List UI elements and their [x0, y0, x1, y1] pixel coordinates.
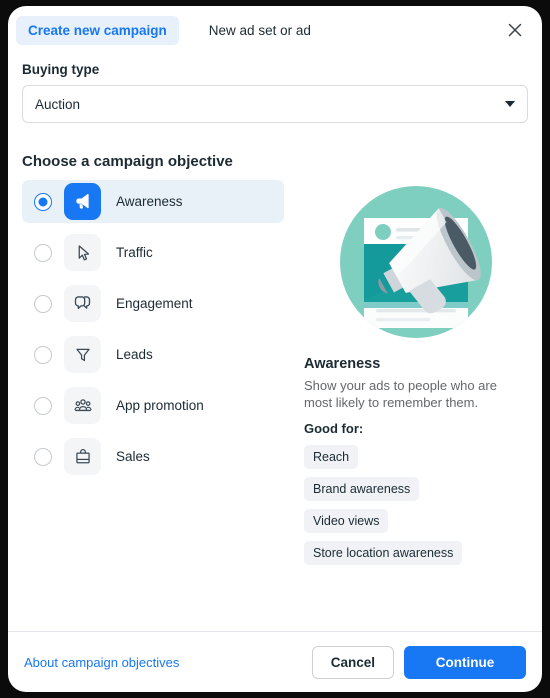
- objective-content: Awareness Traffic Engagement Leads App p…: [22, 180, 528, 565]
- objective-option-traffic[interactable]: Traffic: [22, 231, 284, 274]
- objective-option-sales[interactable]: Sales: [22, 435, 284, 478]
- about-campaign-objectives-link[interactable]: About campaign objectives: [24, 655, 179, 670]
- good-for-chip: Reach: [304, 445, 359, 469]
- good-for-chip-list: Reach Brand awareness Video views Store …: [304, 445, 528, 565]
- speech-bubbles-icon: [64, 285, 101, 322]
- objective-option-engagement[interactable]: Engagement: [22, 282, 284, 325]
- dialog-footer: About campaign objectives Cancel Continu…: [8, 631, 542, 692]
- tab-new-ad-set-or-ad[interactable]: New ad set or ad: [197, 16, 323, 45]
- objective-label: Engagement: [116, 296, 193, 311]
- cursor-pointer-icon: [64, 234, 101, 271]
- create-campaign-dialog: Create new campaign New ad set or ad Buy…: [8, 6, 542, 692]
- dialog-header: Create new campaign New ad set or ad: [8, 6, 542, 54]
- objective-option-awareness[interactable]: Awareness: [22, 180, 284, 223]
- good-for-chip: Store location awareness: [304, 541, 463, 565]
- good-for-chip: Brand awareness: [304, 477, 420, 501]
- objective-option-leads[interactable]: Leads: [22, 333, 284, 376]
- objective-label: Leads: [116, 347, 153, 362]
- tab-create-new-campaign[interactable]: Create new campaign: [16, 15, 179, 45]
- objective-detail-pane: Awareness Show your ads to people who ar…: [300, 180, 528, 565]
- radio-engagement[interactable]: [34, 294, 52, 313]
- footer-buttons: Cancel Continue: [311, 645, 526, 679]
- buying-type-label: Buying type: [22, 62, 100, 77]
- cancel-button[interactable]: Cancel: [311, 645, 394, 679]
- objective-label: Sales: [116, 449, 150, 464]
- megaphone-icon: [64, 183, 101, 220]
- radio-sales[interactable]: [34, 447, 52, 466]
- objective-option-app-promotion[interactable]: App promotion: [22, 384, 284, 427]
- objective-label: Traffic: [116, 245, 153, 260]
- buying-type-select[interactable]: Auction: [22, 85, 528, 123]
- close-button[interactable]: [502, 17, 528, 43]
- detail-description: Show your ads to people who are most lik…: [304, 378, 497, 410]
- chevron-down-icon: [505, 101, 515, 107]
- continue-button[interactable]: Continue: [404, 645, 526, 679]
- dialog-body: Buying type Auction Choose a campaign ob…: [8, 54, 542, 631]
- close-icon: [507, 22, 523, 38]
- detail-title: Awareness: [304, 356, 381, 372]
- radio-app-promotion[interactable]: [34, 396, 52, 415]
- objective-label: App promotion: [116, 398, 204, 413]
- radio-traffic[interactable]: [34, 243, 52, 262]
- objective-label: Awareness: [116, 194, 183, 209]
- buying-type-value: Auction: [35, 96, 81, 112]
- radio-awareness[interactable]: [34, 192, 52, 211]
- radio-leads[interactable]: [34, 345, 52, 364]
- objective-list: Awareness Traffic Engagement Leads App p…: [22, 180, 284, 565]
- people-group-icon: [64, 387, 101, 424]
- choose-objective-heading: Choose a campaign objective: [22, 153, 233, 170]
- good-for-label: Good for:: [304, 421, 364, 436]
- funnel-icon: [64, 336, 101, 373]
- megaphone-illustration: [304, 182, 528, 342]
- shopping-bag-icon: [64, 438, 101, 475]
- good-for-chip: Video views: [304, 509, 389, 533]
